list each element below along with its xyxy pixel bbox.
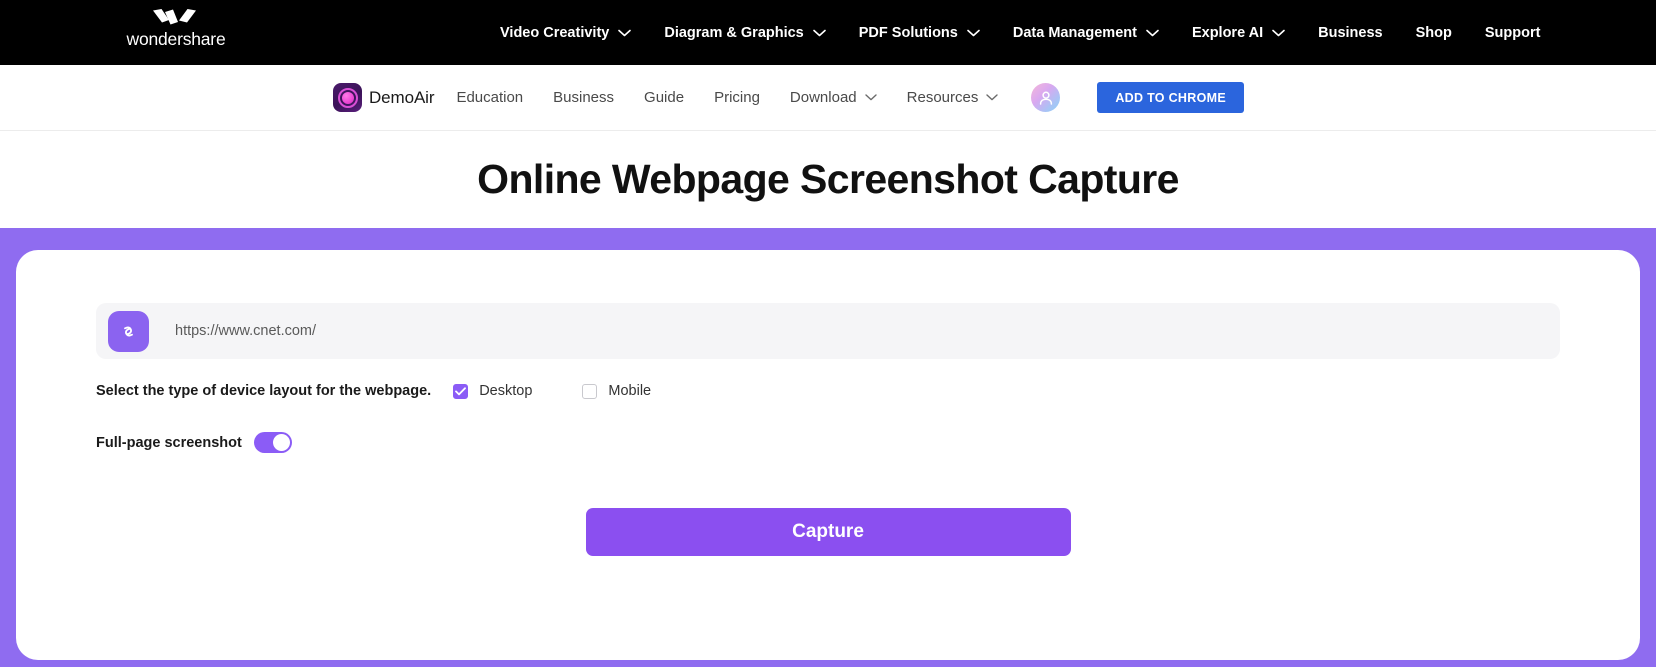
chevron-down-icon — [864, 94, 877, 101]
fullpage-row: Full-page screenshot — [96, 432, 1560, 453]
chain-link-icon — [124, 326, 133, 336]
desktop-checkbox[interactable] — [453, 383, 469, 399]
mobile-checkbox[interactable] — [582, 383, 598, 399]
topnav-item-video-creativity[interactable]: Video Creativity — [500, 24, 632, 41]
capture-button-row: Capture — [96, 508, 1560, 556]
topnav-item-shop[interactable]: Shop — [1416, 25, 1452, 41]
page-title: Online Webpage Screenshot Capture — [477, 156, 1179, 202]
topnav-item-label: Explore AI — [1191, 24, 1264, 41]
topnav-item-diagram-graphics[interactable]: Diagram & Graphics — [664, 24, 826, 41]
topnav-item-pdf-solutions[interactable]: PDF Solutions — [859, 25, 980, 41]
url-input[interactable] — [175, 323, 1560, 339]
topnav-item-label: Shop — [1415, 24, 1452, 41]
subnav-item-label: Download — [789, 89, 857, 106]
subnav-item-download[interactable]: Download — [790, 89, 877, 106]
fullpage-label: Full-page screenshot — [96, 434, 242, 451]
subnav-item-pricing[interactable]: Pricing — [714, 89, 760, 106]
user-avatar-icon — [1039, 91, 1052, 105]
topnav-item-support[interactable]: Support — [1485, 25, 1541, 41]
demoair-logo-dot — [341, 91, 354, 104]
top-nav-items: Video Creativity Diagram & Graphics PDF … — [500, 0, 1540, 65]
demoair-logo-ring — [337, 87, 358, 108]
subnav-item-label: Pricing — [714, 89, 760, 106]
subnav-item-guide[interactable]: Guide — [644, 89, 684, 106]
desktop-label: Desktop — [479, 383, 533, 399]
device-option-mobile[interactable]: Mobile — [582, 383, 651, 399]
link-icon — [108, 310, 149, 352]
avatar[interactable] — [1031, 83, 1061, 112]
fullpage-toggle[interactable] — [253, 432, 292, 453]
fullpage-toggle-knob — [272, 434, 290, 451]
topnav-item-label: Diagram & Graphics — [664, 24, 804, 41]
topnav-item-label: Business — [1318, 24, 1383, 41]
subnav-item-label: Guide — [644, 89, 685, 106]
chevron-down-icon — [812, 29, 826, 36]
topnav-item-label: Video Creativity — [500, 24, 610, 41]
subnav-item-resources[interactable]: Resources — [907, 89, 999, 106]
add-to-chrome-button[interactable]: ADD TO CHROME — [1097, 82, 1244, 113]
subnav-item-label: Business — [553, 89, 615, 106]
chevron-down-icon — [967, 29, 980, 36]
subnav-item-label: Education — [456, 89, 524, 106]
topnav-item-label: Support — [1484, 24, 1541, 41]
top-navigation-bar: wondershare Video Creativity Diagram & G… — [0, 0, 1656, 65]
topnav-item-business[interactable]: Business — [1318, 25, 1382, 41]
wondershare-logo-icon — [153, 9, 196, 25]
subnav-item-education[interactable]: Education — [456, 89, 523, 106]
topnav-item-data-management[interactable]: Data Management — [1013, 25, 1159, 41]
wondershare-wordmark: wondershare — [126, 29, 226, 49]
mobile-label: Mobile — [608, 383, 652, 399]
demoair-logo-icon — [333, 83, 362, 112]
chevron-down-icon — [618, 29, 632, 36]
wondershare-logo[interactable]: wondershare — [124, 9, 228, 48]
topnav-item-label: Data Management — [1012, 24, 1137, 41]
chevron-down-icon — [1146, 29, 1159, 36]
capture-tool-section: Select the type of device layout for the… — [0, 228, 1656, 667]
device-layout-row: Select the type of device layout for the… — [96, 383, 1560, 399]
chevron-down-icon — [1272, 29, 1285, 36]
product-navigation-bar: DemoAir Education Business Guide Pricing… — [0, 65, 1656, 131]
check-icon — [455, 386, 467, 395]
topnav-item-explore-ai[interactable]: Explore AI — [1192, 25, 1285, 41]
demoair-brand-name: DemoAir — [369, 87, 435, 107]
capture-card: Select the type of device layout for the… — [16, 250, 1640, 660]
device-option-desktop[interactable]: Desktop — [453, 383, 532, 399]
subnav-item-label: Resources — [906, 89, 979, 106]
chevron-down-icon — [986, 94, 999, 101]
page-title-section: Online Webpage Screenshot Capture — [0, 131, 1656, 228]
product-nav-items: DemoAir Education Business Guide Pricing… — [333, 65, 1244, 131]
device-layout-label: Select the type of device layout for the… — [96, 383, 432, 399]
topnav-item-label: PDF Solutions — [858, 24, 958, 41]
url-input-row — [96, 303, 1560, 359]
subnav-item-business[interactable]: Business — [553, 89, 614, 106]
demoair-brand[interactable]: DemoAir — [333, 83, 435, 112]
capture-button[interactable]: Capture — [585, 508, 1071, 556]
